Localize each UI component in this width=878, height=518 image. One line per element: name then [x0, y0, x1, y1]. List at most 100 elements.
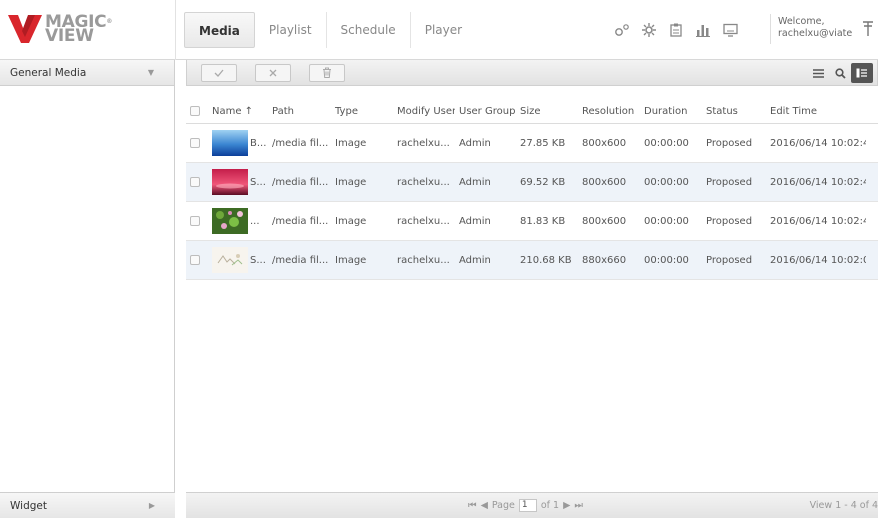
- cell-path: /media fil...: [272, 177, 329, 188]
- col-modify-user[interactable]: Modify User: [393, 100, 455, 123]
- approve-button[interactable]: [201, 64, 237, 82]
- col-resolution[interactable]: Resolution: [578, 100, 640, 123]
- magicview-logo[interactable]: MAGIC® VIEW: [8, 9, 158, 49]
- reject-button[interactable]: [255, 64, 291, 82]
- cell-modify-user: rachelxu...: [397, 177, 450, 188]
- media-table: Name ↑ Path Type Modify User User Group …: [186, 100, 878, 280]
- page-number-input[interactable]: 1: [518, 499, 537, 512]
- user-welcome: Welcome, rachelxu@viate: [778, 16, 853, 39]
- col-edit-time[interactable]: Edit Time: [766, 100, 866, 123]
- cell-duration: 00:00:00: [644, 255, 689, 266]
- table-row[interactable]: S... /media fil... Image rachelxu... Adm…: [186, 163, 878, 202]
- logout-icon[interactable]: [862, 21, 874, 41]
- page-label: Page: [491, 500, 515, 511]
- cell-resolution: 800x600: [582, 216, 627, 227]
- header-tool-icons: [610, 19, 745, 41]
- page-count: of 1: [540, 500, 560, 511]
- col-type[interactable]: Type: [331, 100, 393, 123]
- cell-type: Image: [335, 255, 367, 266]
- cell-size: 69.52 KB: [520, 177, 566, 188]
- trash-icon: [323, 67, 331, 78]
- col-status[interactable]: Status: [702, 100, 766, 123]
- cell-name: S...: [208, 241, 268, 279]
- cell-edit-time: 2016/06/14 10:02:44: [770, 138, 866, 149]
- flowers-thumbnail: [212, 208, 248, 234]
- main-content: Name ↑ Path Type Modify User User Group …: [186, 60, 878, 518]
- cell-edit-time: 2016/06/14 10:02:44: [770, 216, 866, 227]
- table-row[interactable]: S... /media fil... Image rachelxu... Adm…: [186, 241, 878, 280]
- select-all-checkbox[interactable]: [186, 100, 208, 123]
- monitor-icon[interactable]: [718, 19, 742, 41]
- cell-user-group: Admin: [459, 177, 491, 188]
- row-checkbox[interactable]: [186, 163, 208, 201]
- cell-resolution: 800x600: [582, 177, 627, 188]
- delete-button[interactable]: [309, 64, 345, 82]
- cell-size: 27.85 KB: [520, 138, 566, 149]
- tab-schedule[interactable]: Schedule: [327, 12, 411, 48]
- ocean-thumbnail: [212, 130, 248, 156]
- sketch-thumbnail: [212, 247, 248, 273]
- cell-status: Proposed: [706, 216, 753, 227]
- sidebar-general-media[interactable]: General Media ▼: [0, 60, 174, 86]
- cell-name: S...: [208, 163, 268, 201]
- thumbnail-view-icon[interactable]: [851, 63, 873, 83]
- next-page-icon[interactable]: ▶: [563, 500, 570, 511]
- bar-chart-icon[interactable]: [691, 19, 715, 41]
- col-path[interactable]: Path: [268, 100, 331, 123]
- logo-text: MAGIC® VIEW: [45, 12, 113, 46]
- cell-modify-user: rachelxu...: [397, 216, 450, 227]
- gear-icon[interactable]: [637, 19, 661, 41]
- cell-user-group: Admin: [459, 255, 491, 266]
- tab-playlist[interactable]: Playlist: [255, 12, 327, 48]
- pagination-bar: ⏮ ◀ Page 1 of 1 ▶ ⏭ View 1 - 4 of 4: [186, 492, 878, 518]
- cell-user-group: Admin: [459, 216, 491, 227]
- search-icon[interactable]: [829, 63, 851, 83]
- col-user-group[interactable]: User Group: [455, 100, 516, 123]
- table-row[interactable]: ... /media fil... Image rachelxu... Admi…: [186, 202, 878, 241]
- cell-duration: 00:00:00: [644, 177, 689, 188]
- first-page-icon[interactable]: ⏮: [468, 500, 477, 511]
- col-name[interactable]: Name ↑: [208, 100, 268, 123]
- settings-gears-icon[interactable]: [610, 19, 634, 41]
- table-row[interactable]: B... /media fil... Image rachelxu... Adm…: [186, 124, 878, 163]
- list-view-icon[interactable]: [807, 63, 829, 83]
- cell-resolution: 800x600: [582, 138, 627, 149]
- cell-status: Proposed: [706, 255, 753, 266]
- cell-duration: 00:00:00: [644, 138, 689, 149]
- cell-modify-user: rachelxu...: [397, 138, 450, 149]
- record-count: View 1 - 4 of 4: [809, 500, 878, 511]
- cell-status: Proposed: [706, 177, 753, 188]
- cell-name: ...: [208, 202, 268, 240]
- view-switcher: [807, 63, 873, 83]
- col-size[interactable]: Size: [516, 100, 578, 123]
- row-checkbox[interactable]: [186, 241, 208, 279]
- top-header: MAGIC® VIEW Media Playlist Schedule Play…: [0, 0, 878, 60]
- cell-path: /media fil...: [272, 138, 329, 149]
- cell-modify-user: rachelxu...: [397, 255, 450, 266]
- sidebar-widget-label: Widget: [10, 500, 47, 512]
- cell-type: Image: [335, 216, 367, 227]
- cell-edit-time: 2016/06/14 10:02:06: [770, 255, 866, 266]
- header-divider-right: [770, 14, 771, 44]
- col-duration[interactable]: Duration: [640, 100, 702, 123]
- cell-path: /media fil...: [272, 216, 329, 227]
- cell-size: 210.68 KB: [520, 255, 572, 266]
- media-toolbar: [186, 60, 878, 86]
- table-header: Name ↑ Path Type Modify User User Group …: [186, 100, 878, 124]
- sidebar: General Media ▼ Widget ▶: [0, 60, 175, 518]
- sidebar-widget[interactable]: Widget ▶: [0, 492, 175, 518]
- row-checkbox[interactable]: [186, 124, 208, 162]
- prev-page-icon[interactable]: ◀: [481, 500, 488, 511]
- tab-player[interactable]: Player: [411, 12, 476, 48]
- last-page-icon[interactable]: ⏭: [574, 500, 583, 511]
- logo-mark-icon: [8, 15, 42, 43]
- pagination-controls: ⏮ ◀ Page 1 of 1 ▶ ⏭: [468, 499, 583, 512]
- chevron-down-icon: ▼: [147, 68, 154, 77]
- cell-resolution: 880x660: [582, 255, 627, 266]
- row-checkbox[interactable]: [186, 202, 208, 240]
- sunset-thumbnail: [212, 169, 248, 195]
- tab-media[interactable]: Media: [184, 12, 255, 48]
- main-nav-tabs: Media Playlist Schedule Player: [184, 12, 476, 48]
- cell-path: /media fil...: [272, 255, 329, 266]
- clipboard-icon[interactable]: [664, 19, 688, 41]
